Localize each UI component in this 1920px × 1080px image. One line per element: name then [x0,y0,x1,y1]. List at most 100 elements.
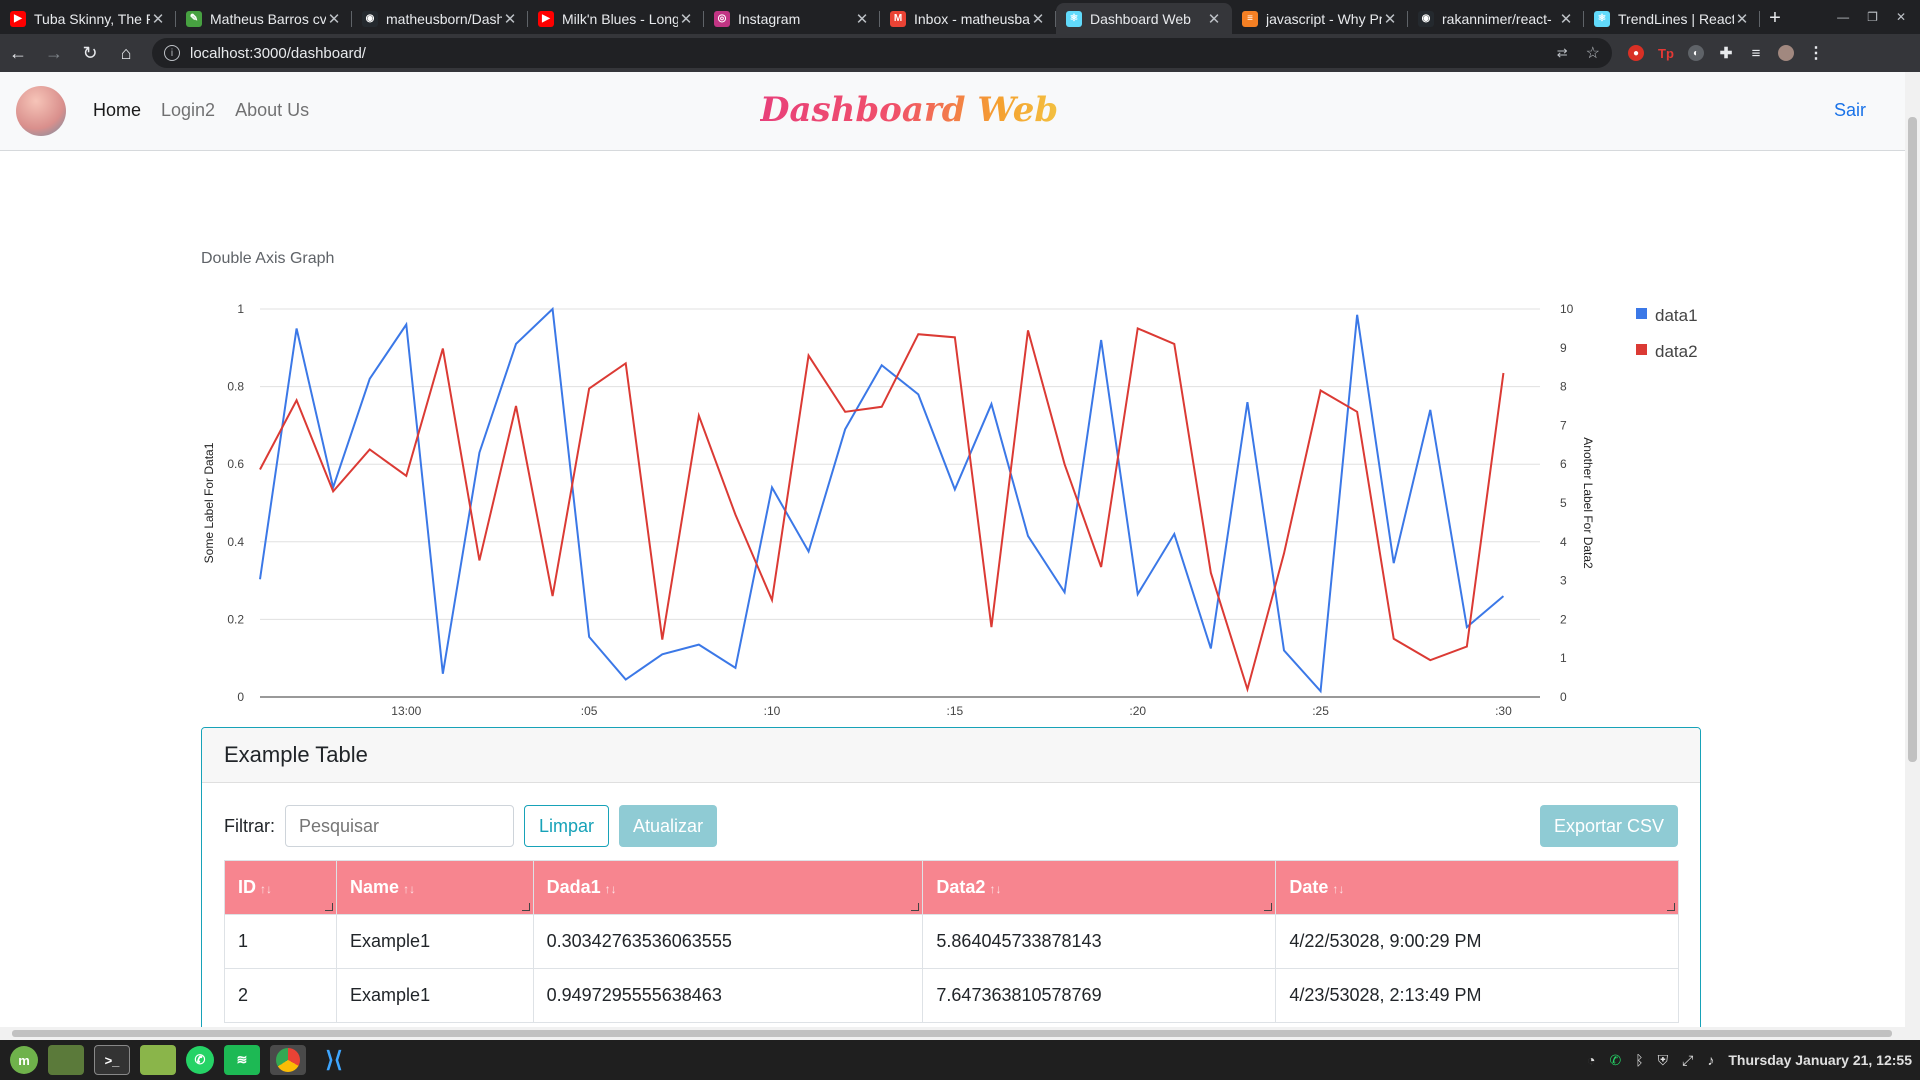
terminal-icon[interactable]: >_ [94,1045,130,1075]
refresh-button[interactable]: Atualizar [619,805,718,847]
clear-button[interactable]: Limpar [524,805,610,847]
sort-icon[interactable]: ↑↓ [260,882,272,896]
browser-tab[interactable]: ▶ Milk'n Blues - Long ✕ [528,3,704,34]
close-tab-icon[interactable]: ✕ [1734,10,1750,28]
bluetooth-icon[interactable]: ᛒ [1635,1052,1643,1068]
address-bar[interactable]: i localhost:3000/dashboard/ ⇄ ☆ [152,38,1612,68]
sort-icon[interactable]: ↑↓ [605,882,617,896]
column-header[interactable]: Data2 ↑↓ [922,860,1277,915]
back-icon[interactable]: ← [0,43,36,64]
table-row[interactable]: 1 Example1 0.30342763536063555 5.8640457338… [223,914,1679,969]
extension-icon[interactable]: ◐ [1688,45,1704,61]
app-logo[interactable] [16,86,66,136]
extensions-puzzle-icon[interactable]: ✚ [1718,45,1734,62]
whatsapp-tray-icon[interactable]: ✆ [1610,1052,1622,1069]
stackoverflow-icon: ≡ [1242,10,1258,27]
close-tab-icon[interactable]: ✕ [1382,10,1398,28]
sort-icon[interactable]: ↑↓ [403,882,415,896]
table-row[interactable]: 2 Example1 0.9497295555638463 7.64736381057… [223,968,1679,1023]
x-tick-label: 13:00 [391,704,421,718]
restore-icon[interactable]: ❐ [1867,10,1878,24]
updates-icon[interactable]: ◔ [1587,1052,1595,1068]
close-tab-icon[interactable]: ✕ [854,10,870,28]
y-left-tick-label: 1 [237,302,244,316]
y-right-tick-label: 10 [1560,302,1574,316]
tab-title: matheusborn/Dash [386,10,502,27]
browser-tab[interactable]: ≡ javascript - Why Pr ✕ [1232,3,1408,34]
close-tab-icon[interactable]: ✕ [1558,10,1574,28]
browser-menu-icon[interactable]: ⋮ [1808,45,1824,62]
y-left-tick-label: 0.8 [227,380,244,394]
translate-icon[interactable]: ⇄ [1557,45,1568,61]
nav-link-about-us[interactable]: About Us [235,100,309,121]
sort-icon[interactable]: ↑↓ [1332,882,1344,896]
column-header[interactable]: Dada1 ↑↓ [532,860,924,915]
sort-icon[interactable]: ↑↓ [989,882,1001,896]
browser-tab[interactable]: ▶ Tuba Skinny, The Fu ✕ [0,3,176,34]
tab-title: TrendLines | React [1618,10,1734,27]
close-tab-icon[interactable]: ✕ [1030,10,1046,28]
column-resize-handle[interactable] [911,903,920,911]
nav-link-login2[interactable]: Login2 [161,100,215,121]
search-input[interactable] [285,805,514,847]
site-info-icon[interactable]: i [164,45,180,61]
browser-tab[interactable]: M Inbox - matheusba ✕ [880,3,1056,34]
close-tab-icon[interactable]: ✕ [1206,10,1222,28]
column-header[interactable]: Date ↑↓ [1275,860,1679,915]
browser-tab[interactable]: ◉ rakannimer/react- ✕ [1408,3,1584,34]
browser-tab[interactable]: ⚛ TrendLines | React ✕ [1584,3,1760,34]
show-desktop-icon[interactable] [48,1045,84,1075]
network-icon[interactable]: ⤢ [1682,1052,1693,1069]
column-header-label: Name [350,877,400,897]
close-tab-icon[interactable]: ✕ [326,10,342,28]
whatsapp-icon[interactable]: ✆ [186,1046,214,1074]
bookmark-star-icon[interactable]: ☆ [1586,43,1600,63]
browser-tab[interactable]: ◉ matheusborn/Dash ✕ [352,3,528,34]
reload-icon[interactable]: ↻ [72,43,108,64]
forward-icon[interactable]: → [36,43,72,64]
vertical-scrollbar[interactable] [1905,72,1920,1027]
browser-tab[interactable]: ⚛ Dashboard Web ✕ [1056,3,1232,34]
nav-link-home[interactable]: Home [93,100,141,121]
vscode-icon[interactable]: ⟩⟨ [316,1045,352,1075]
spotify-icon[interactable]: ≋ [224,1045,260,1075]
sound-icon[interactable]: ♪ [1707,1052,1714,1068]
extension-icon[interactable]: ● [1628,45,1644,61]
profile-avatar[interactable] [1778,45,1794,61]
column-header[interactable]: Name ↑↓ [336,860,534,915]
browser-tab[interactable]: ◎ Instagram ✕ [704,3,880,34]
close-tab-icon[interactable]: ✕ [150,10,166,28]
column-resize-handle[interactable] [1264,903,1273,911]
minimize-icon[interactable]: — [1837,10,1849,24]
clock[interactable]: Thursday January 21, 12:55 [1728,1052,1912,1068]
files-icon[interactable] [140,1045,176,1075]
close-tab-icon[interactable]: ✕ [502,10,518,28]
horizontal-scrollbar[interactable] [0,1027,1920,1040]
table-cell: 4/23/53028, 2:13:49 PM [1275,968,1679,1023]
export-csv-button[interactable]: Exportar CSV [1539,805,1678,847]
scrollbar-thumb[interactable] [1908,117,1917,762]
home-icon[interactable]: ⌂ [108,43,144,64]
github-icon: ◉ [1418,10,1434,27]
column-resize-handle[interactable] [1667,903,1675,911]
x-tick-label: :20 [1129,704,1146,718]
y-right-tick-label: 7 [1560,418,1567,432]
mint-menu-icon[interactable]: m [10,1046,38,1074]
scrollbar-thumb[interactable] [12,1030,1892,1037]
close-window-icon[interactable]: ✕ [1896,10,1906,24]
close-tab-icon[interactable]: ✕ [678,10,694,28]
new-tab-button[interactable]: + [1760,3,1790,34]
chrome-icon[interactable] [270,1045,306,1075]
react-icon: ⚛ [1066,10,1082,27]
column-resize-handle[interactable] [325,903,334,911]
media-control-icon[interactable]: ≡ [1748,45,1764,62]
extension-icon[interactable]: Tp [1658,45,1674,61]
browser-tab[interactable]: ✎ Matheus Barros cv ✕ [176,3,352,34]
shield-icon[interactable]: ⛨ [1658,1052,1669,1069]
tab-title: Dashboard Web [1090,10,1191,27]
column-header[interactable]: ID ↑↓ [223,860,338,915]
logout-link[interactable]: Sair [1834,100,1866,121]
legend-label: data2 [1655,342,1698,361]
y-right-tick-label: 2 [1560,612,1567,626]
column-resize-handle[interactable] [521,903,530,911]
